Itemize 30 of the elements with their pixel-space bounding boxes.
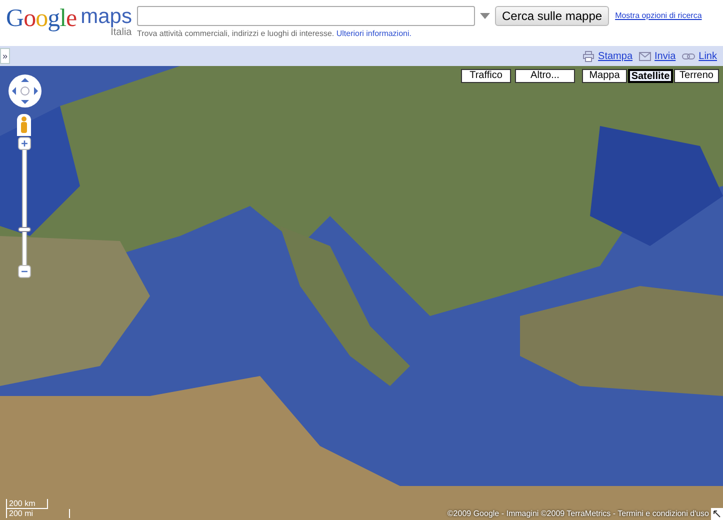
printer-icon[interactable]	[583, 50, 594, 62]
google-logo[interactable]: Google	[6, 6, 77, 32]
envelope-icon[interactable]	[638, 52, 651, 60]
dropdown-caret-icon[interactable]	[479, 12, 491, 20]
map-type-tab[interactable]: Terreno	[674, 69, 719, 83]
copyright-text: ©2009 Google - Immagini ©2009 TerraMetrics - Termini e condizioni d'uso	[447, 509, 709, 518]
pan-control-icon[interactable]	[8, 74, 42, 108]
toolbar-link[interactable]: Link	[698, 50, 717, 62]
toolbar-link[interactable]: Invia	[654, 50, 676, 62]
search-field[interactable]	[137, 6, 475, 26]
overlay-button[interactable]: Traffico	[461, 69, 511, 83]
search-hint: Trova attività commerciali, indirizzi e luoghi di interesse. Ulteriori informazioni.	[137, 29, 412, 38]
map-type-tab[interactable]: Mappa	[582, 69, 627, 83]
pegman-icon[interactable]	[17, 114, 31, 136]
scale-km-label: 200 km	[6, 499, 48, 509]
chain-link-icon[interactable]	[682, 52, 695, 60]
search-options-link[interactable]: Mostra opzioni di ricerca	[615, 11, 702, 20]
zoom-out-button[interactable]	[18, 265, 31, 278]
expand-panel-button[interactable]: »	[0, 48, 10, 64]
overlay-button[interactable]: Altro...	[515, 69, 575, 83]
map-type-tab[interactable]: Satellite	[628, 69, 673, 83]
scale-mi-label: 200 mi	[6, 509, 70, 518]
more-info-link[interactable]: Ulteriori informazioni.	[336, 29, 412, 38]
toolbar-link[interactable]: Stampa	[598, 50, 633, 62]
region-label: Italia	[110, 28, 132, 38]
zoom-in-button[interactable]	[18, 137, 31, 150]
search-button[interactable]: Cerca sulle mappe	[495, 6, 610, 26]
product-name: maps	[80, 6, 132, 28]
resize-arrow-icon[interactable]	[711, 508, 723, 520]
zoom-slider-thumb[interactable]	[18, 227, 31, 232]
